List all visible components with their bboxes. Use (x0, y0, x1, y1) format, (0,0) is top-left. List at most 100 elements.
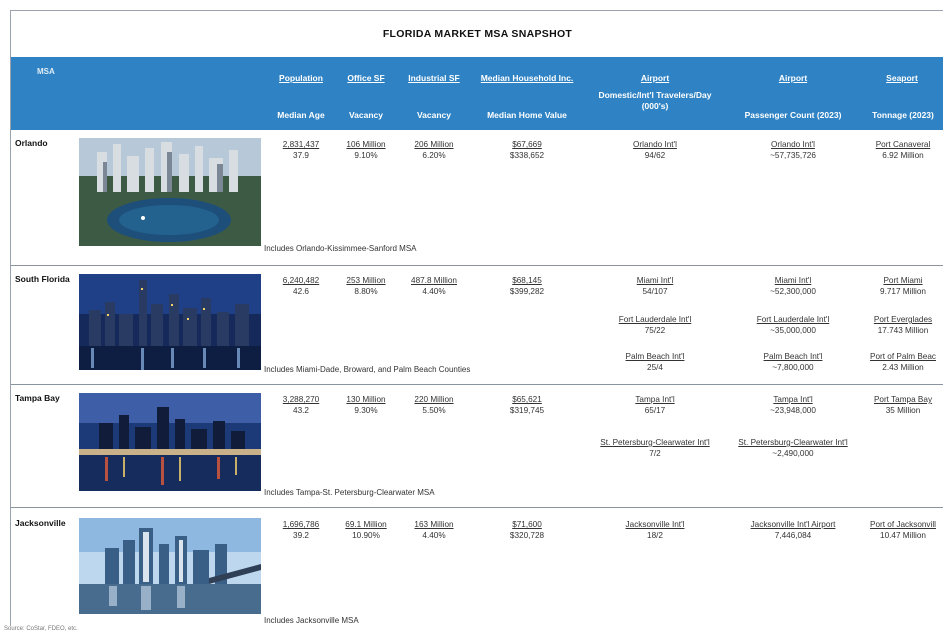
header-passenger-count: Passenger Count (2023) (744, 110, 842, 120)
median-home-value: $319,745 (509, 405, 545, 415)
office-sf-value: 253 Million (346, 276, 386, 285)
office-sf-value: 69.1 Million (345, 520, 387, 529)
header-airport-travelers: Airport (640, 73, 670, 83)
msa-note: Includes Tampa-St. Petersburg-Clearwater… (264, 488, 435, 497)
office-cell: 106 Million 9.10% (339, 140, 393, 161)
airport-passengers-cell: St. Petersburg-Clearwater Int'l ~2,490,00… (733, 438, 853, 459)
income-cell: $68,145 $399,282 (471, 276, 583, 297)
header-median-household-income: Median Household Inc. (480, 73, 574, 83)
seaport-cell: Port of Palm Beac 2.43 Million (863, 352, 943, 373)
travelers-value: 94/62 (644, 150, 666, 160)
airport-travelers-cell: Tampa Int'l 65/17 (583, 395, 727, 416)
table-row: Jacksonville Includes Jacksonville MSA 1… (11, 508, 943, 628)
office-cell: 69.1 Million 10.90% (339, 520, 393, 541)
office-cell: 253 Million 8.80% (339, 276, 393, 297)
header-msa: MSA (37, 67, 55, 76)
median-income-value: $65,621 (512, 395, 542, 404)
office-sf-value: 106 Million (346, 140, 386, 149)
header-seaport: Seaport (886, 73, 918, 83)
airport-name: St. Petersburg-Clearwater Int'l (738, 438, 848, 447)
population-value: 2,831,437 (282, 140, 320, 149)
industrial-vacancy-value: 6.20% (422, 150, 446, 160)
population-value: 6,240,482 (282, 276, 320, 285)
tonnage-value: 6.92 Million (882, 150, 924, 160)
tonnage-value: 10.47 Million (880, 530, 926, 540)
airport-travelers-cell: Miami Int'l 54/107 (583, 276, 727, 297)
tampa-bay-skyline-photo (79, 393, 261, 491)
airport-name: Fort Lauderdale Int'l (618, 315, 692, 324)
tonnage-value: 35 Million (885, 405, 921, 415)
office-vacancy-value: 10.90% (352, 530, 380, 540)
msa-name: Jacksonville (15, 518, 66, 528)
seaport-name: Port Miami (883, 276, 923, 285)
median-age-value: 43.2 (293, 405, 309, 415)
seaport-name: Port Everglades (873, 315, 933, 324)
header-travelers-unit: (000's) (641, 101, 669, 111)
header-airport-passengers: Airport (778, 73, 808, 83)
header-office-vacancy: Vacancy (348, 110, 384, 120)
income-cell: $67,669 $338,652 (471, 140, 583, 161)
population-cell: 2,831,437 37.9 (271, 140, 331, 161)
seaport-cell: Port of Jacksonvill 10.47 Million (863, 520, 943, 541)
seaport-name: Port of Palm Beac (870, 352, 936, 361)
seaport-name: Port Canaveral (875, 140, 931, 149)
industrial-vacancy-value: 4.40% (422, 530, 446, 540)
table-row: Tampa Bay Includes Tampa-St. Petersburg-… (11, 385, 943, 505)
median-age-value: 37.9 (293, 150, 309, 160)
passenger-count-value: ~52,300,000 (770, 286, 816, 296)
msa-note: Includes Miami-Dade, Broward, and Palm B… (264, 365, 471, 374)
airport-passengers-cell: Fort Lauderdale Int'l ~35,000,000 (733, 315, 853, 336)
tonnage-value: 9.717 Million (880, 286, 926, 296)
airport-name: Palm Beach Int'l (625, 352, 685, 361)
seaport-name: Port Tampa Bay (873, 395, 933, 404)
industrial-cell: 206 Million 6.20% (401, 140, 467, 161)
industrial-vacancy-value: 4.40% (422, 286, 446, 296)
industrial-sf-value: 163 Million (414, 520, 454, 529)
median-home-value: $320,728 (509, 530, 545, 540)
industrial-cell: 220 Million 5.50% (401, 395, 467, 416)
travelers-value: 75/22 (644, 325, 666, 335)
header-office-sf: Office SF (347, 73, 385, 83)
jacksonville-skyline-photo (79, 518, 261, 614)
industrial-vacancy-value: 5.50% (422, 405, 446, 415)
population-value: 3,288,270 (282, 395, 320, 404)
travelers-value: 65/17 (644, 405, 666, 415)
median-age-value: 39.2 (293, 530, 309, 540)
office-vacancy-value: 9.30% (354, 405, 378, 415)
header-travelers-per-day: Domestic/Int'l Travelers/Day (000's) (583, 90, 727, 112)
header-median-home-value: Median Home Value (487, 110, 567, 120)
airport-passengers-cell: Palm Beach Int'l ~7,800,000 (733, 352, 853, 373)
table-header: MSA Population Median Age Office SF Vaca… (11, 57, 943, 130)
passenger-count-value: ~35,000,000 (770, 325, 816, 335)
table-row: Orlando Includes Orlando-Kissimmee-Sanfo… (11, 130, 943, 265)
travelers-value: 7/2 (649, 448, 661, 458)
airport-name: Tampa Int'l (773, 395, 813, 404)
tonnage-value: 17.743 Million (877, 325, 929, 335)
msa-note: Includes Jacksonville MSA (264, 616, 359, 625)
population-value: 1,696,786 (282, 520, 320, 529)
population-cell: 1,696,786 39.2 (271, 520, 331, 541)
income-cell: $65,621 $319,745 (471, 395, 583, 416)
median-age-value: 42.6 (293, 286, 309, 296)
airport-travelers-cell: Fort Lauderdale Int'l 75/22 (583, 315, 727, 336)
airport-passengers-cell: Jacksonville Int'l Airport 7,446,084 (733, 520, 853, 541)
office-vacancy-value: 8.80% (354, 286, 378, 296)
office-vacancy-value: 9.10% (354, 150, 378, 160)
seaport-cell: Port Tampa Bay 35 Million (863, 395, 943, 416)
median-income-value: $67,669 (512, 140, 542, 149)
header-industrial-sf: Industrial SF (408, 73, 460, 83)
orlando-skyline-photo (79, 138, 261, 246)
header-travelers-label: Domestic/Int'l Travelers/Day (598, 90, 712, 100)
industrial-cell: 163 Million 4.40% (401, 520, 467, 541)
passenger-count-value: ~2,490,000 (772, 448, 814, 458)
source-note: Source: CoStar, FDEO, etc. (4, 626, 78, 632)
airport-travelers-cell: Palm Beach Int'l 25/4 (583, 352, 727, 373)
seaport-cell: Port Miami 9.717 Million (863, 276, 943, 297)
south-florida-skyline-photo (79, 274, 261, 370)
table-row: South Florida Includes Miami-Dade, Browa… (11, 266, 943, 384)
seaport-cell: Port Canaveral 6.92 Million (863, 140, 943, 161)
industrial-sf-value: 220 Million (414, 395, 454, 404)
airport-name: Orlando Int'l (771, 140, 815, 149)
travelers-value: 54/107 (642, 286, 668, 296)
passenger-count-value: ~7,800,000 (772, 362, 814, 372)
